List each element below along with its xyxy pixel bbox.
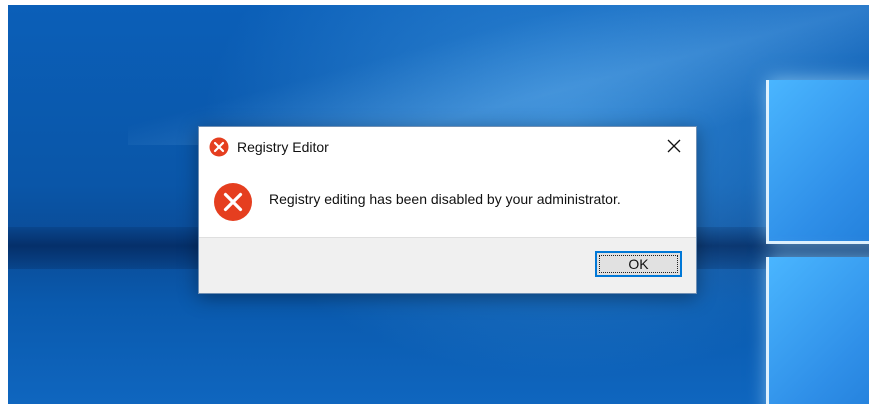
registry-editor-dialog: Registry Editor Registry editing has bee… (198, 126, 697, 294)
windows-logo-pane-top (768, 80, 869, 243)
close-icon (667, 139, 681, 153)
dialog-content: Registry editing has been disabled by yo… (199, 165, 696, 237)
dialog-title: Registry Editor (237, 139, 329, 155)
ok-button[interactable]: OK (595, 251, 682, 277)
wallpaper-light-beam (128, 5, 869, 145)
dialog-footer: OK (199, 237, 696, 293)
windows-logo-edge (766, 80, 769, 243)
windows-logo-edge (766, 257, 769, 404)
error-message: Registry editing has been disabled by yo… (269, 191, 621, 207)
error-icon (209, 137, 229, 157)
error-icon (213, 182, 253, 222)
dialog-titlebar[interactable]: Registry Editor (199, 127, 696, 165)
windows-logo-pane-bottom (768, 257, 869, 404)
windows-logo-edge (766, 241, 869, 244)
close-button[interactable] (652, 127, 696, 165)
ok-button-label: OK (628, 256, 649, 272)
